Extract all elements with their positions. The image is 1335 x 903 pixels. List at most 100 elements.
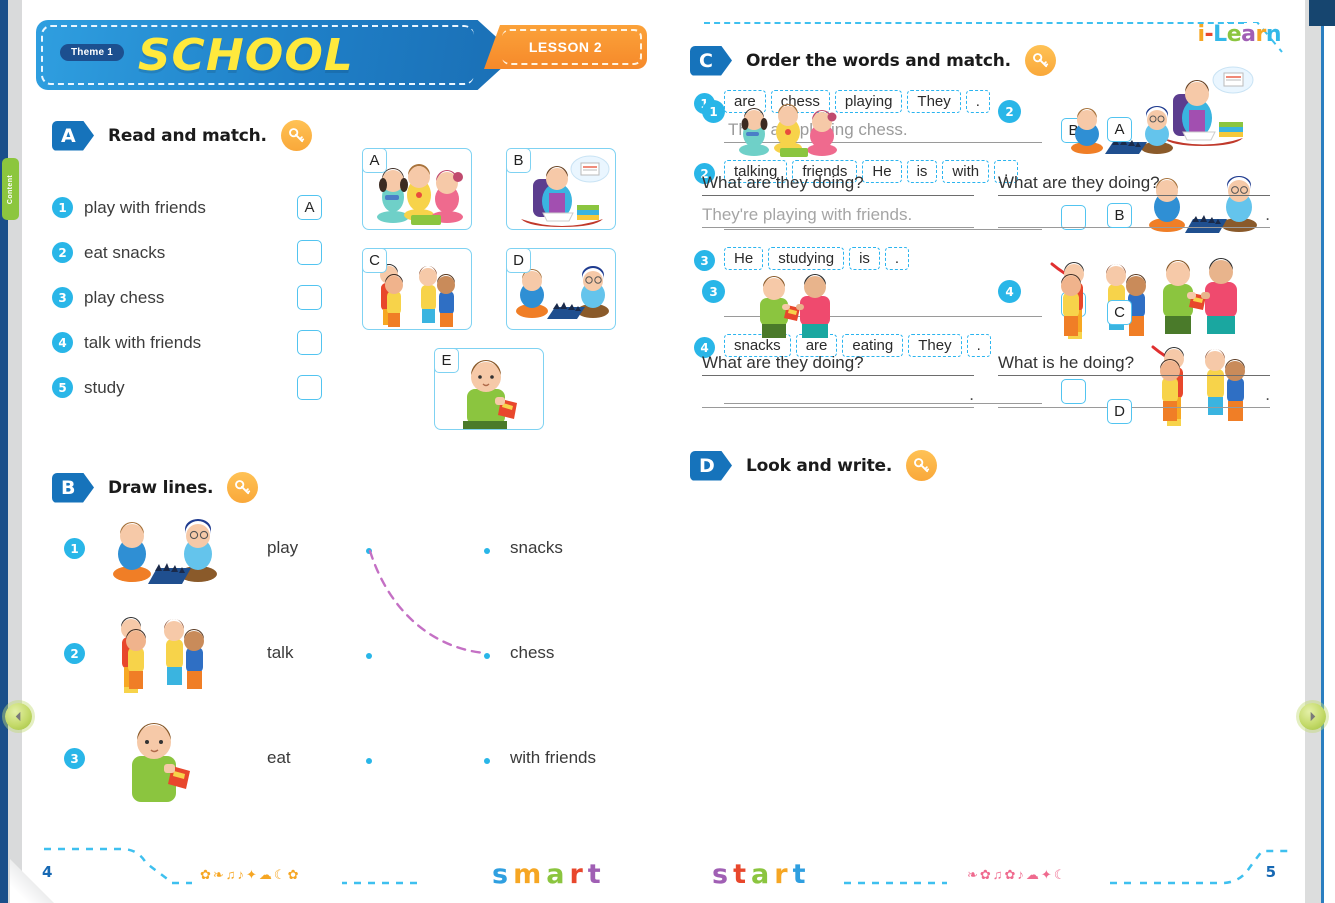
answer-input[interactable]: They're playing with friends.: [702, 202, 974, 228]
page-number-right: 5: [1265, 863, 1276, 881]
lesson-tag: LESSON 2: [484, 25, 647, 69]
item-label: play chess: [84, 287, 165, 307]
viewer-right-gutter: [1305, 0, 1321, 903]
question-line: What are they doing?: [998, 170, 1270, 196]
viewer-left-edge: [0, 0, 8, 903]
picture-letter: B: [1107, 203, 1132, 228]
list-item: 2 talk chess: [52, 605, 652, 710]
list-item: 1 play snacks: [52, 500, 652, 605]
exercise-b-badge: B: [52, 472, 94, 503]
start-letter: t: [733, 859, 751, 890]
word-tile[interactable]: .: [884, 247, 910, 270]
list-item: 2 eat snacks: [52, 230, 322, 275]
item-number: 4: [52, 332, 73, 353]
page-footer: 4 5 ✿❧♫♪✦☁☾✿ ❧✿♫✿♪☁✦☾ smart start: [22, 831, 1296, 903]
answer-box[interactable]: [297, 330, 322, 355]
picture-letter: A: [1107, 117, 1132, 142]
start-letter: t: [792, 859, 811, 890]
match-word-left[interactable]: eat: [267, 748, 291, 768]
key-icon[interactable]: [227, 472, 259, 503]
match-dot-right[interactable]: [484, 758, 490, 764]
triangle-left-icon: [15, 711, 21, 722]
match-dot-right[interactable]: [484, 548, 490, 554]
content-tab[interactable]: Content: [2, 158, 19, 220]
word-tiles: He studying is .: [724, 247, 1090, 270]
word-tile[interactable]: studying: [768, 247, 845, 270]
answer-box[interactable]: [297, 240, 322, 265]
picture-letter: C: [1107, 300, 1132, 325]
answer-input[interactable]: .: [998, 202, 1270, 228]
item-number: 3: [702, 280, 725, 303]
triangle-right-icon: [1310, 711, 1316, 722]
thumbnail-talk: [102, 605, 222, 705]
list-item: 3 play chess: [52, 275, 322, 320]
list-item: 4 talk with friends: [52, 320, 322, 365]
item-number: 4: [998, 280, 1021, 303]
picture-card-e[interactable]: E: [434, 348, 544, 430]
match-dot-right[interactable]: [484, 653, 490, 659]
exercise-a-badge: A: [52, 120, 94, 151]
word-tile[interactable]: They: [907, 90, 961, 113]
logo-letter: n: [1265, 22, 1282, 47]
match-word-right[interactable]: chess: [510, 643, 554, 663]
logo-letter: -: [1204, 22, 1214, 47]
answer-end-dot: .: [969, 385, 974, 404]
exercise-d-title: Look and write.: [746, 455, 893, 476]
theme-badge: Theme 1: [60, 44, 124, 61]
word-tile[interactable]: is: [849, 247, 880, 270]
match-word-left[interactable]: talk: [267, 643, 293, 663]
picture-letter: D: [506, 248, 531, 273]
page-number-left: 4: [42, 863, 53, 881]
key-icon[interactable]: [1024, 45, 1056, 76]
logo-letter: L: [1213, 22, 1227, 47]
exercise-b-list: 1 play snacks 2 talk chess 3 eat with fr…: [52, 500, 652, 815]
answer-text: They're playing with friends.: [702, 205, 913, 224]
list-item: 1 play with friends A: [52, 185, 322, 230]
word-tile[interactable]: .: [965, 90, 990, 113]
page-title: SCHOOL: [137, 30, 354, 81]
match-dot-left[interactable]: [366, 653, 372, 659]
match-word-right[interactable]: with friends: [510, 748, 596, 768]
key-icon[interactable]: [906, 450, 938, 481]
page-viewer: Theme 1 SCHOOL LESSON 2 A Read and match…: [0, 0, 1335, 903]
next-page-button[interactable]: [1299, 703, 1326, 730]
item-label: play with friends: [84, 197, 206, 217]
item-label: study: [84, 377, 125, 397]
answer-box[interactable]: A: [297, 195, 322, 220]
answer-box[interactable]: [297, 375, 322, 400]
picture-letter: C: [362, 248, 387, 273]
picture-card-d[interactable]: D: [506, 248, 616, 330]
exercise-d-badge: D: [690, 450, 732, 481]
answer-box[interactable]: [297, 285, 322, 310]
picture-card-b[interactable]: B: [506, 148, 616, 230]
match-dot-left[interactable]: [366, 758, 372, 764]
smart-letter: t: [587, 859, 606, 890]
picture-letter: B: [506, 148, 531, 173]
key-icon[interactable]: [280, 120, 312, 151]
match-word-right[interactable]: snacks: [510, 538, 563, 558]
match-dot-left[interactable]: [366, 548, 372, 554]
start-letter: a: [751, 859, 775, 890]
logo-letter: i: [1197, 22, 1205, 47]
content-tab-label: Content: [7, 174, 14, 204]
viewer-right-edge: [1321, 0, 1324, 903]
picture-card-a[interactable]: A: [362, 148, 472, 230]
smart-letter: s: [492, 859, 514, 890]
right-page: i-Learn C Order the words and match. 1 a…: [682, 0, 1296, 903]
word-tile[interactable]: He: [724, 247, 764, 270]
prev-page-button[interactable]: [5, 703, 32, 730]
picture-art-play-chess: [1135, 155, 1270, 245]
item-label: eat snacks: [84, 242, 166, 262]
match-word-left[interactable]: play: [267, 538, 298, 558]
smart-letter: a: [546, 859, 570, 890]
brand-word-smart: smart: [492, 859, 606, 890]
picture-art-play-with-friends: [724, 92, 864, 160]
viewer-left-gutter: [8, 0, 22, 903]
picture-card-c[interactable]: C: [362, 248, 472, 330]
answer-input[interactable]: .: [702, 382, 974, 408]
answer-input[interactable]: .: [998, 382, 1270, 408]
question-line: What are they doing?: [702, 350, 974, 376]
left-page: Theme 1 SCHOOL LESSON 2 A Read and match…: [22, 0, 682, 903]
exercise-b-heading: B Draw lines.: [52, 472, 259, 503]
item-number: 1: [702, 100, 725, 123]
